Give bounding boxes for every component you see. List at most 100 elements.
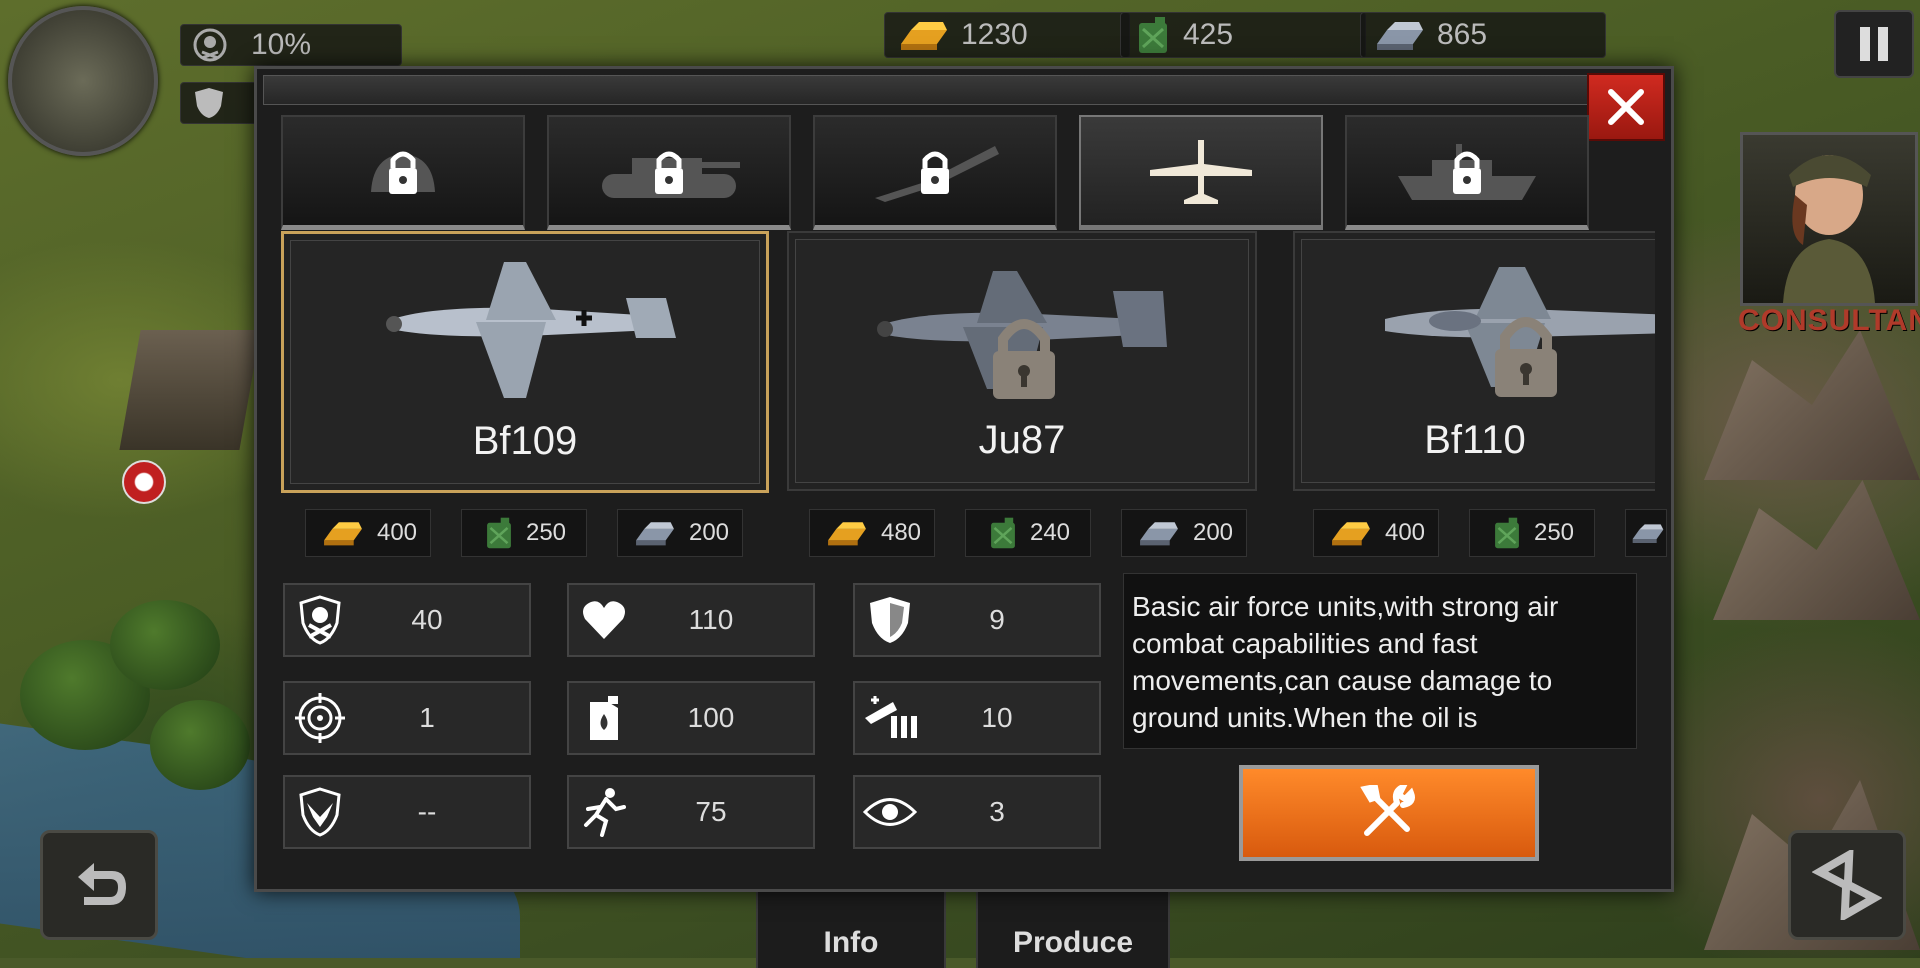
tree (150, 700, 250, 790)
stat-defense: 9 (853, 583, 1101, 657)
tab-aircraft[interactable] (1079, 115, 1323, 230)
pause-bar (1878, 27, 1888, 61)
steel-ingot-icon (636, 522, 674, 546)
stat-health: 110 (567, 583, 815, 657)
heart-icon (569, 599, 639, 641)
morale-indicator: 10% (180, 24, 402, 66)
hourglass-icon (1812, 850, 1882, 920)
unit-name: Bf109 (472, 419, 578, 463)
cost-value: 400 (1384, 519, 1426, 546)
tab-artillery[interactable] (813, 115, 1057, 230)
gold-bar-icon (1332, 522, 1370, 546)
stat-vision: 3 (853, 775, 1101, 849)
skull-crossbones-icon (285, 595, 355, 645)
ammo-icon (855, 696, 925, 740)
eagle-shield-icon (285, 787, 355, 837)
skull-icon (193, 28, 227, 62)
steel-ingot-icon (1373, 18, 1427, 52)
ship-locked-icon (1398, 144, 1536, 200)
unit-card-bf109[interactable]: Bf109 (281, 231, 769, 493)
cost-value: 250 (1533, 519, 1575, 546)
consultant-avatar-icon (1783, 155, 1875, 303)
stat-ammo: 10 (853, 681, 1101, 755)
stat-movement: 75 (567, 775, 815, 849)
production-dialog: Bf109 Ju87 Bf110 400 250 200 480 240 200… (254, 66, 1674, 892)
gold-resource: 1230 (884, 12, 1130, 58)
unit-description: Basic air force units,with strong air co… (1123, 573, 1637, 749)
oil-can-icon (487, 517, 511, 549)
stat-fuel: 100 (567, 681, 815, 755)
cost-value: 240 (1029, 519, 1071, 546)
hourglass-button[interactable] (1788, 830, 1906, 940)
unit-cost-steel (1625, 509, 1667, 557)
red-marker[interactable] (122, 460, 166, 504)
info-tab[interactable]: Info (756, 886, 946, 968)
close-button[interactable] (1587, 73, 1665, 141)
eye-icon (855, 795, 925, 829)
info-tab-label: Info (823, 926, 879, 959)
stat-value: 9 (989, 604, 1005, 635)
stat-value: 100 (687, 702, 735, 733)
cost-value: 250 (525, 519, 567, 546)
tank-locked-icon (602, 151, 740, 198)
morale-value: 10% (251, 28, 312, 61)
tab-tank[interactable] (547, 115, 791, 230)
pause-button[interactable] (1834, 10, 1914, 78)
unit-cost-gold: 400 (1313, 509, 1439, 557)
stat-attack: 40 (283, 583, 531, 657)
rock (1704, 330, 1920, 480)
cost-value: 200 (1192, 519, 1234, 546)
produce-tab-label: Produce (1012, 926, 1134, 959)
unit-card-bf110[interactable]: Bf110 (1293, 231, 1655, 491)
unit-cost-steel: 200 (617, 509, 743, 557)
running-man-icon (569, 787, 639, 837)
stat-value: 1 (419, 702, 435, 733)
factory-building[interactable] (119, 330, 261, 450)
oil-can-icon (1495, 517, 1519, 549)
cost-value: 400 (376, 519, 418, 546)
tools-icon (1360, 785, 1415, 836)
shield-icon (855, 595, 925, 645)
dialog-titlebar (263, 75, 1593, 105)
oil-value: 425 (1183, 18, 1234, 51)
unit-cost-oil: 250 (461, 509, 587, 557)
artillery-locked-icon (875, 146, 999, 202)
gold-bar-icon (324, 522, 362, 546)
shield-icon (193, 86, 225, 120)
cost-value: 480 (880, 519, 922, 546)
stat-value: 40 (411, 604, 443, 635)
steel-ingot-icon (1632, 524, 1664, 543)
back-button[interactable] (40, 830, 158, 940)
tree (110, 600, 220, 690)
base-portrait[interactable] (8, 6, 158, 156)
unit-cost-gold: 480 (809, 509, 935, 557)
bf109-plane-icon (386, 262, 676, 398)
oil-resource: 425 (1120, 12, 1366, 58)
oil-can-icon (991, 517, 1015, 549)
unit-cost-gold: 400 (305, 509, 431, 557)
cost-value: 200 (688, 519, 730, 546)
tab-infantry[interactable] (281, 115, 525, 230)
gold-value: 1230 (961, 18, 1028, 51)
stat-anti-air: -- (283, 775, 531, 849)
steel-ingot-icon (1140, 522, 1178, 546)
unit-cost-oil: 240 (965, 509, 1091, 557)
infantry-locked-icon (371, 151, 435, 194)
produce-button[interactable] (1239, 765, 1539, 861)
unit-name: Bf110 (1424, 418, 1526, 462)
tab-navy[interactable] (1345, 115, 1589, 230)
lock-icon (1495, 317, 1557, 397)
consultant-portrait[interactable] (1740, 132, 1918, 306)
stat-value: -- (417, 796, 437, 827)
stat-value: 110 (688, 604, 734, 635)
unit-name: Ju87 (978, 418, 1066, 462)
close-icon (1608, 89, 1644, 125)
steel-resource: 865 (1360, 12, 1606, 58)
gold-bar-icon (897, 18, 951, 52)
lock-icon (993, 319, 1055, 399)
undo-arrow-icon (78, 863, 126, 905)
produce-tab[interactable]: Produce (976, 886, 1170, 968)
unit-card-ju87[interactable]: Ju87 (787, 231, 1257, 491)
plane-icon (1150, 140, 1252, 204)
unit-cost-steel: 200 (1121, 509, 1247, 557)
